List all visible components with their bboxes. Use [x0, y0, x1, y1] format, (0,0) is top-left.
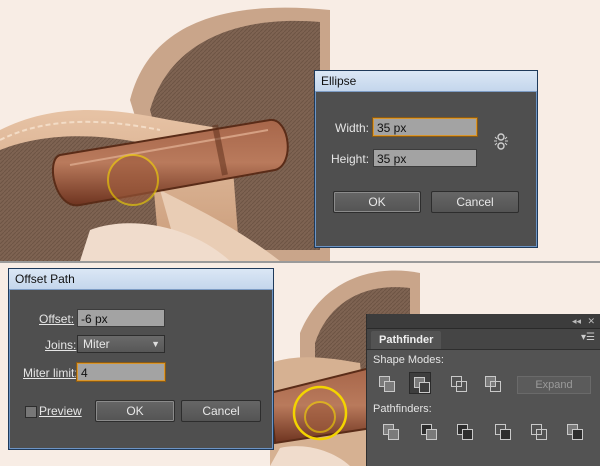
- offset-label: Offset:: [39, 312, 74, 326]
- unite-icon[interactable]: [375, 372, 397, 394]
- ellipse-dialog: Ellipse Width: 35 px Height: 35 px OK Ca…: [314, 70, 538, 248]
- offset-cancel-button[interactable]: Cancel: [181, 400, 261, 422]
- height-label: Height:: [331, 152, 370, 166]
- preview-label: Preview: [39, 404, 82, 418]
- chevron-down-icon: ▼: [151, 339, 160, 349]
- joins-label: Joins:: [45, 338, 76, 352]
- shape-modes-label: Shape Modes:: [373, 354, 444, 366]
- outline-icon[interactable]: [527, 420, 549, 442]
- panel-tab-row: Pathfinder ▾☰: [367, 329, 600, 350]
- collapse-icon[interactable]: ◂◂: [572, 314, 581, 328]
- offset-label-text: Offset:: [39, 312, 75, 326]
- close-icon[interactable]: ✕: [587, 314, 595, 328]
- preview-checkbox[interactable]: [25, 406, 37, 418]
- offset-field[interactable]: -6 px: [77, 309, 165, 327]
- exclude-icon[interactable]: [481, 372, 503, 394]
- offset-path-dialog: Offset Path Offset: -6 px Joins: Miter ▼…: [8, 268, 274, 450]
- width-field[interactable]: 35 px: [373, 118, 477, 136]
- trim-icon[interactable]: [417, 420, 439, 442]
- ellipse-ok-button[interactable]: OK: [333, 191, 421, 213]
- expand-button[interactable]: Expand: [517, 376, 591, 394]
- width-label: Width:: [335, 121, 370, 135]
- miter-limit-label-text: Miter limit:: [23, 366, 78, 380]
- crop-icon[interactable]: [491, 420, 513, 442]
- joins-select[interactable]: Miter ▼: [77, 335, 165, 353]
- ellipse-dialog-title: Ellipse: [315, 71, 537, 92]
- panel-topbar: ◂◂ ✕: [367, 314, 600, 329]
- joins-select-value: Miter: [83, 337, 110, 351]
- constrain-proportions-icon[interactable]: [493, 131, 509, 153]
- minus-front-icon[interactable]: [409, 372, 431, 394]
- pathfinder-panel: ◂◂ ✕ Pathfinder ▾☰ Shape Modes: Expand P…: [366, 314, 600, 466]
- preview-label-text: Preview: [39, 404, 82, 418]
- intersect-icon[interactable]: [447, 372, 469, 394]
- miter-limit-field[interactable]: 4: [77, 363, 165, 381]
- pathfinders-label: Pathfinders:: [373, 403, 432, 415]
- minus-back-icon[interactable]: [563, 420, 585, 442]
- offset-ok-button[interactable]: OK: [95, 400, 175, 422]
- divide-icon[interactable]: [379, 420, 401, 442]
- joins-label-text: Joins:: [45, 338, 77, 352]
- height-field[interactable]: 35 px: [373, 149, 477, 167]
- panel-menu-icon[interactable]: ▾☰: [581, 332, 595, 343]
- tab-pathfinder[interactable]: Pathfinder: [371, 331, 442, 349]
- miter-limit-label: Miter limit:: [23, 366, 78, 380]
- merge-icon[interactable]: [453, 420, 475, 442]
- ellipse-cancel-button[interactable]: Cancel: [431, 191, 519, 213]
- offset-path-dialog-title: Offset Path: [9, 269, 273, 290]
